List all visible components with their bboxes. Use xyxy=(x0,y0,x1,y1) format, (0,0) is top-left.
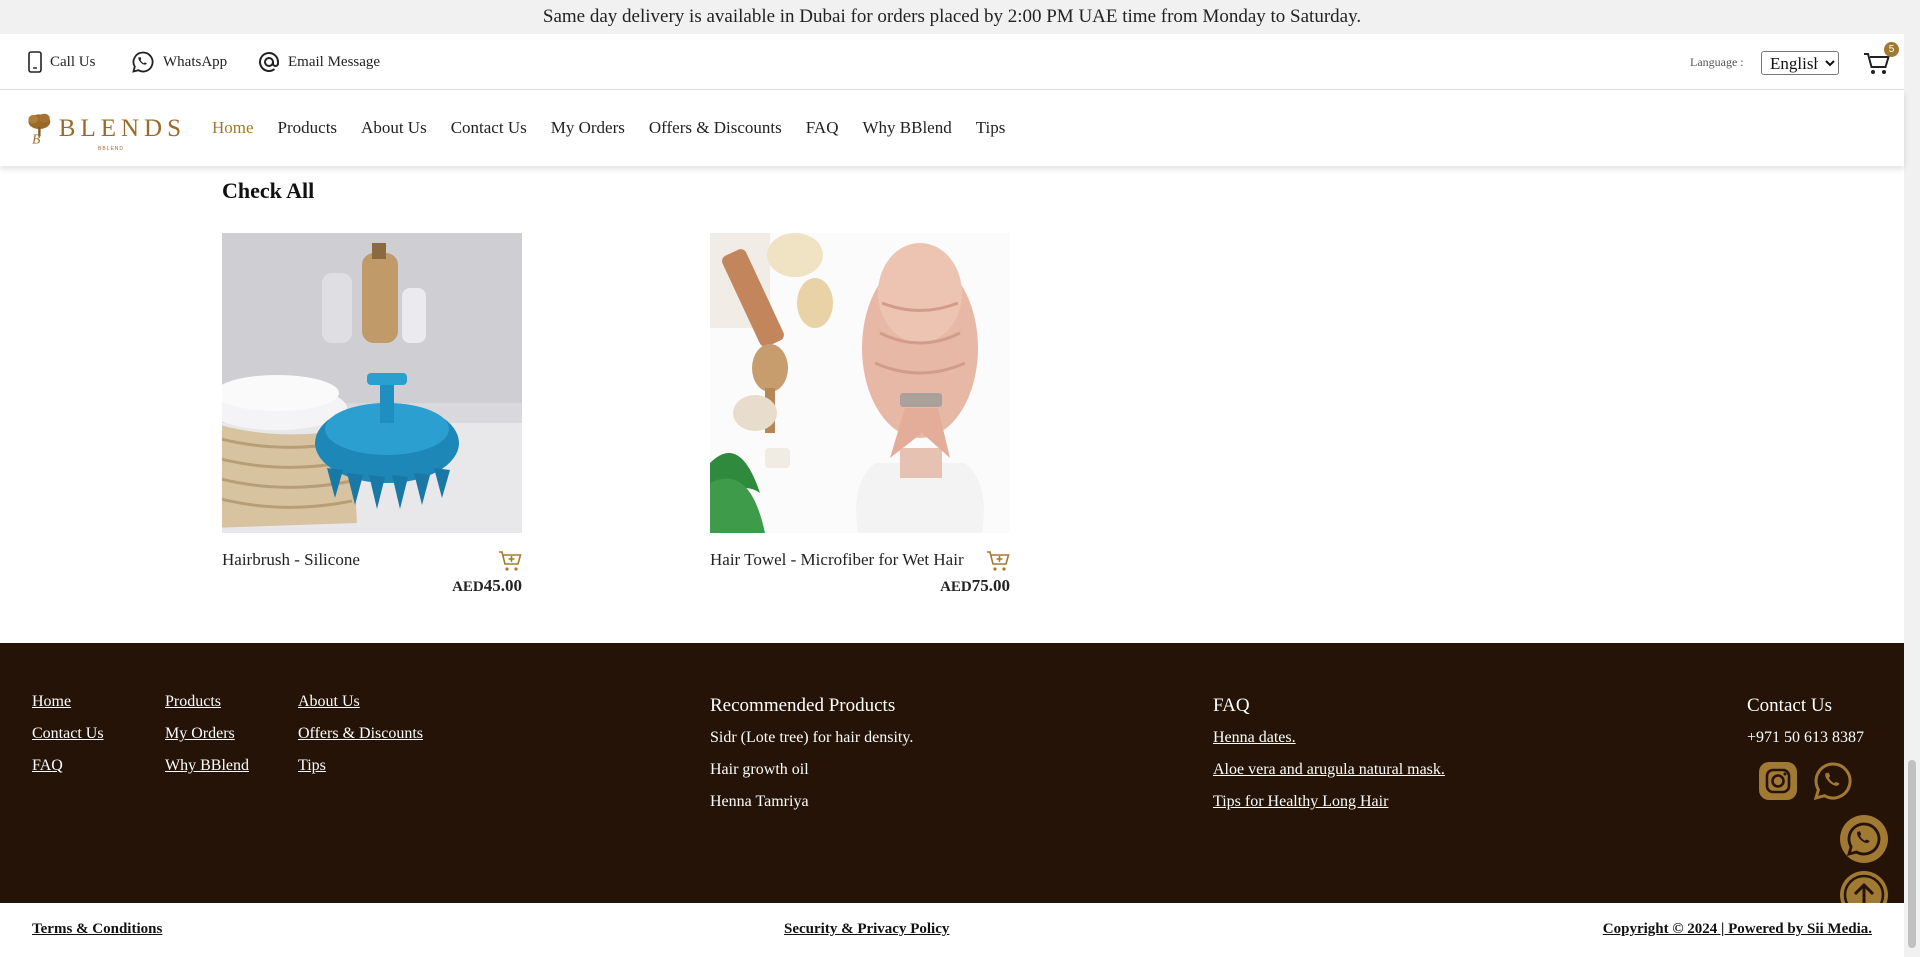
main-nav: B BLENDS BBLEND Home Products About Us C… xyxy=(0,90,1904,166)
nav-products[interactable]: Products xyxy=(278,118,338,138)
price-currency: AED xyxy=(940,579,972,595)
product-name[interactable]: Hairbrush - Silicone xyxy=(222,550,360,570)
footer-link-faq[interactable]: FAQ xyxy=(32,757,63,775)
whatsapp-icon xyxy=(132,51,154,73)
nav-links: Home Products About Us Contact Us My Ord… xyxy=(212,90,1029,166)
logo-tagline: BBLEND xyxy=(98,146,125,152)
add-to-cart-icon[interactable] xyxy=(498,549,522,573)
product-image-hairbrush[interactable] xyxy=(222,233,522,533)
logo-tree-icon: B xyxy=(28,113,51,147)
at-icon xyxy=(259,51,279,72)
call-us-link[interactable]: Call Us xyxy=(28,34,95,90)
add-to-cart-icon[interactable] xyxy=(986,549,1010,573)
price-value: 75.00 xyxy=(971,576,1010,595)
section-title: Check All xyxy=(222,178,315,203)
whatsapp-float-button[interactable] xyxy=(1840,815,1888,863)
email-link[interactable]: Email Message xyxy=(258,34,380,90)
scrollbar-thumb[interactable] xyxy=(1908,760,1916,948)
nav-my-orders[interactable]: My Orders xyxy=(551,118,625,138)
bottom-bar: Terms & Conditions Security & Privacy Po… xyxy=(0,903,1904,957)
whatsapp-icon[interactable] xyxy=(1813,761,1853,801)
footer-link-tips[interactable]: Tips xyxy=(298,757,326,775)
contact-heading: Contact Us xyxy=(1747,695,1832,716)
instagram-icon[interactable] xyxy=(1758,761,1798,801)
footer-link-home[interactable]: Home xyxy=(32,693,71,711)
announcement-text: Same day delivery is available in Dubai … xyxy=(542,6,1362,27)
copyright-link[interactable]: Copyright © 2024 | Powered by Sii Media. xyxy=(1603,921,1872,938)
call-us-label: Call Us xyxy=(50,53,96,70)
announcement-bar: Same day delivery is available in Dubai … xyxy=(0,0,1904,34)
contact-phone[interactable]: +971 50 613 8387 xyxy=(1747,729,1864,747)
hairbrush-photo xyxy=(222,233,522,533)
whatsapp-label: WhatsApp xyxy=(163,53,228,70)
logo-text: BLENDS xyxy=(58,115,186,142)
recommended-item[interactable]: Sidr (Lote tree) for hair density. xyxy=(710,729,913,747)
cart-count-badge: 5 xyxy=(1884,42,1899,57)
footer-link-offers-discounts[interactable]: Offers & Discounts xyxy=(298,725,423,743)
logo[interactable]: B BLENDS BBLEND xyxy=(26,100,186,158)
faq-heading: FAQ xyxy=(1213,695,1250,716)
nav-tips[interactable]: Tips xyxy=(976,118,1006,138)
nav-contact-us[interactable]: Contact Us xyxy=(451,118,527,138)
product-image-hair-towel[interactable] xyxy=(710,233,1010,533)
recommended-item[interactable]: Henna Tamriya xyxy=(710,793,809,811)
product-card: Hairbrush - Silicone AED45.00 xyxy=(222,233,522,595)
svg-text:B: B xyxy=(32,132,40,147)
contact-bar: Call Us WhatsApp Email Message Language … xyxy=(0,34,1904,90)
faq-link[interactable]: Aloe vera and arugula natural mask. xyxy=(1213,761,1445,779)
nav-why-bblend[interactable]: Why BBlend xyxy=(862,118,951,138)
recommended-heading: Recommended Products xyxy=(710,695,896,716)
language-label: Language : xyxy=(1690,54,1744,69)
hair-towel-photo xyxy=(710,233,1010,533)
email-label: Email Message xyxy=(288,53,381,70)
faq-link[interactable]: Henna dates. xyxy=(1213,729,1296,747)
nav-about-us[interactable]: About Us xyxy=(361,118,427,138)
privacy-link[interactable]: Security & Privacy Policy xyxy=(784,921,949,938)
footer-link-products[interactable]: Products xyxy=(165,693,221,711)
product-card: Hair Towel - Microfiber for Wet Hair AED… xyxy=(710,233,1010,595)
product-price: AED75.00 xyxy=(940,576,1010,596)
nav-offers-discounts[interactable]: Offers & Discounts xyxy=(649,118,782,138)
footer-link-about-us[interactable]: About Us xyxy=(298,693,360,711)
footer-link-my-orders[interactable]: My Orders xyxy=(165,725,235,743)
footer-link-why-bblend[interactable]: Why BBlend xyxy=(165,757,249,775)
faq-link[interactable]: Tips for Healthy Long Hair xyxy=(1213,793,1388,811)
footer-link-contact-us[interactable]: Contact Us xyxy=(32,725,104,743)
nav-faq[interactable]: FAQ xyxy=(806,118,839,138)
whatsapp-icon xyxy=(1846,822,1881,856)
price-value: 45.00 xyxy=(483,576,522,595)
nav-home[interactable]: Home xyxy=(212,118,254,138)
product-price: AED45.00 xyxy=(452,576,522,596)
whatsapp-link[interactable]: WhatsApp xyxy=(131,34,227,90)
terms-link[interactable]: Terms & Conditions xyxy=(32,921,162,938)
recommended-item[interactable]: Hair growth oil xyxy=(710,761,809,779)
product-name[interactable]: Hair Towel - Microfiber for Wet Hair xyxy=(710,550,964,570)
language-select[interactable]: English xyxy=(1761,51,1839,75)
footer: Home Contact Us FAQ Products My Orders W… xyxy=(0,643,1904,919)
price-currency: AED xyxy=(452,579,484,595)
phone-icon xyxy=(28,51,42,73)
